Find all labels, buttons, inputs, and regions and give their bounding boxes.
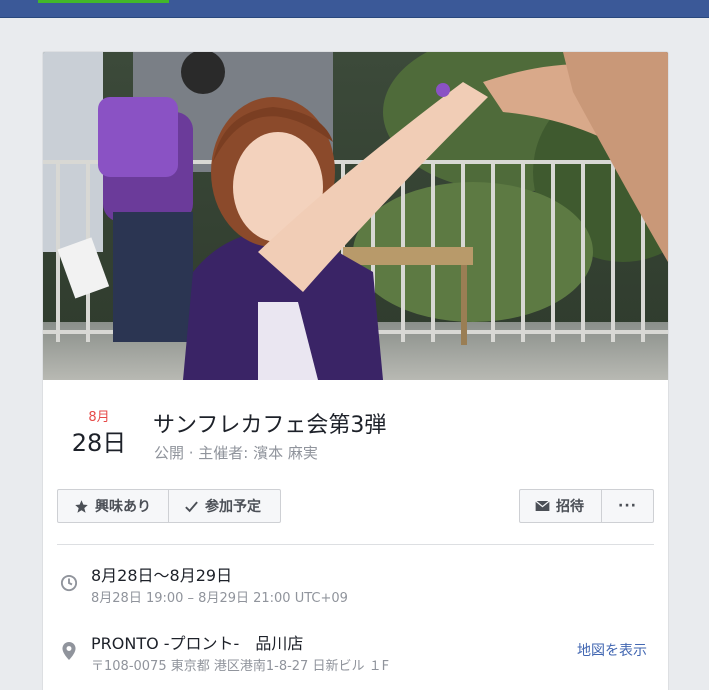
event-month: 8月 <box>88 410 110 425</box>
event-title: サンフレカフェ会第3弾 <box>153 413 387 438</box>
event-time-row: 8月28日～8月29日 8月28日 19:00 – 8月29日 21:00 UT… <box>43 557 668 617</box>
checkmark-icon <box>183 498 199 514</box>
interested-button[interactable]: 興味あり <box>57 489 169 523</box>
event-card: 8月 28日 サンフレカフェ会第3弾 公開 · 主催者: 濱本 麻実 興味あり … <box>42 51 669 690</box>
map-pin-icon <box>59 641 79 661</box>
event-location-row: PRONTO -プロント- 品川店 〒108-0075 東京都 港区港南1-8-… <box>43 624 668 684</box>
clock-icon <box>59 573 79 593</box>
event-cover-photo[interactable] <box>43 52 668 380</box>
top-navigation-bar <box>0 0 709 18</box>
event-date-range: 8月28日～8月29日 <box>91 566 233 585</box>
going-button[interactable]: 参加予定 <box>168 489 281 523</box>
interested-button-label: 興味あり <box>95 499 151 515</box>
section-divider <box>57 544 654 545</box>
more-options-button[interactable]: ··· <box>601 489 654 523</box>
venue-address: 〒108-0075 東京都 港区港南1-8-27 日新ビル １F <box>91 659 390 674</box>
event-subtitle: 公開 · 主催者: 濱本 麻実 <box>154 444 318 462</box>
invite-button-label: 招待 <box>556 499 584 515</box>
show-map-link[interactable]: 地図を表示 <box>577 640 647 660</box>
venue-name[interactable]: PRONTO -プロント- 品川店 <box>91 630 303 654</box>
event-day: 28日 <box>71 429 127 457</box>
event-time-range: 8月28日 19:00 – 8月29日 21:00 UTC+09 <box>91 591 348 606</box>
header-accent-strip <box>38 0 169 3</box>
star-icon <box>73 498 89 514</box>
invite-button[interactable]: 招待 <box>519 489 602 523</box>
event-date-badge: 8月 28日 <box>61 410 137 458</box>
going-button-label: 参加予定 <box>205 499 261 515</box>
envelope-icon <box>534 498 550 514</box>
